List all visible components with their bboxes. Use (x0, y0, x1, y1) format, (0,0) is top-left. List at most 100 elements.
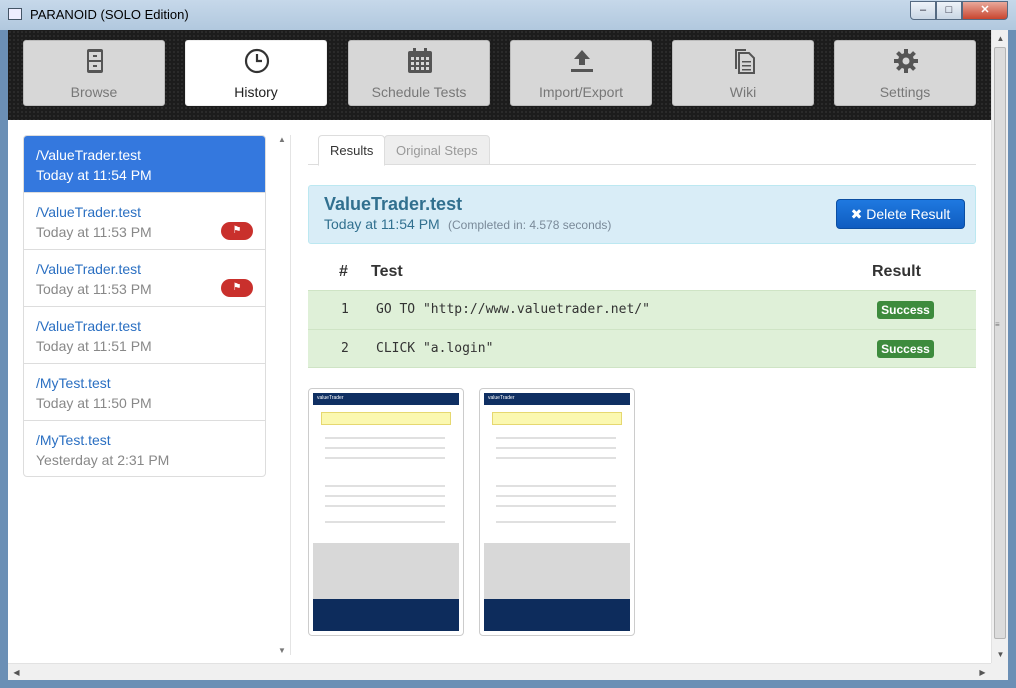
step-screenshot-thumbnail[interactable]: valueTrader (308, 388, 464, 636)
history-item[interactable]: /MyTest.test Yesterday at 2:31 PM (24, 421, 265, 476)
history-item-time: Yesterday at 2:31 PM (36, 452, 170, 468)
history-list: /ValueTrader.test Today at 11:54 PM /Val… (23, 135, 266, 477)
history-scrollbar[interactable]: ▲ ▼ (278, 135, 291, 655)
main-toolbar: Browse History Schedule Tests Import/Exp… (8, 30, 991, 120)
toolbar-import-export-button[interactable]: Import/Export (510, 40, 652, 106)
toolbar-wiki-label: Wiki (729, 84, 757, 100)
screenshot-image: valueTrader (484, 393, 630, 631)
screenshot-form-line (496, 495, 616, 497)
tab-original-steps[interactable]: Original Steps (384, 135, 490, 165)
screenshot-form-line (496, 457, 616, 459)
toolbar-wiki-button[interactable]: Wiki (672, 40, 814, 106)
history-item-time: Today at 11:53 PM (36, 281, 152, 297)
screenshot-form-line (496, 437, 616, 439)
history-item-name: /MyTest.test (36, 375, 111, 391)
screenshot-brand: valueTrader (317, 395, 344, 401)
toolbar-history-button[interactable]: History (185, 40, 327, 106)
history-item[interactable]: /MyTest.test Today at 11:50 PM (24, 364, 265, 421)
column-header-number: # (339, 263, 348, 280)
scroll-right-icon[interactable]: ▶ (974, 664, 991, 681)
step-command: GO TO "http://www.valuetrader.net/" (376, 302, 650, 317)
history-item-name: /ValueTrader.test (36, 147, 142, 163)
scrollbar-thumb[interactable] (994, 47, 1006, 639)
toolbar-schedule-label: Schedule Tests (371, 84, 467, 100)
step-number: 1 (341, 302, 349, 317)
history-item-name: /ValueTrader.test (36, 204, 142, 220)
status-badge: Success (877, 301, 934, 319)
grip-icon: ≡ (995, 320, 1000, 329)
scroll-down-icon[interactable]: ▼ (278, 646, 286, 655)
status-badge: Success (877, 340, 934, 358)
maximize-button[interactable]: □ (936, 1, 962, 20)
step-number: 2 (341, 341, 349, 356)
result-tabs: Results Original Steps (308, 135, 976, 166)
delete-result-label: Delete Result (866, 206, 951, 222)
scrollbar-corner (991, 663, 1008, 680)
toolbar-settings-button[interactable]: Settings (834, 40, 976, 106)
table-row: 1 GO TO "http://www.valuetrader.net/" Su… (308, 290, 976, 329)
calendar-icon (408, 48, 432, 73)
client-area: Browse History Schedule Tests Import/Exp… (8, 30, 1008, 680)
steps-table-header: # Test Result (308, 256, 976, 290)
gear-icon (894, 49, 918, 73)
screenshot-footer-dark (484, 599, 630, 631)
screenshot-brand: valueTrader (488, 395, 515, 401)
clock-icon (244, 48, 270, 74)
screenshot-form-line (496, 521, 616, 523)
window-vertical-scrollbar[interactable]: ▲ ≡ ▼ (991, 30, 1008, 663)
window-horizontal-scrollbar[interactable]: ◀ ▶ (8, 663, 991, 680)
screenshot-form-line (325, 457, 445, 459)
delete-result-button[interactable]: ✖ Delete Result (836, 199, 965, 229)
result-title: ValueTrader.test (324, 194, 463, 214)
result-time: Today at 11:54 PM (324, 216, 440, 232)
toolbar-schedule-button[interactable]: Schedule Tests (348, 40, 490, 106)
scroll-up-icon[interactable]: ▲ (992, 30, 1009, 47)
screenshot-header: valueTrader (313, 393, 459, 405)
history-item-name: /ValueTrader.test (36, 261, 142, 277)
column-header-result: Result (872, 263, 921, 280)
minimize-button[interactable]: – (910, 1, 936, 20)
history-item[interactable]: /ValueTrader.test Today at 11:53 PM ⚑ (24, 250, 265, 307)
step-command: CLICK "a.login" (376, 341, 494, 356)
tab-results[interactable]: Results (318, 135, 386, 166)
upload-icon (571, 50, 593, 72)
column-header-test: Test (371, 263, 403, 280)
table-row: 2 CLICK "a.login" Success (308, 329, 976, 368)
toolbar-browse-label: Browse (70, 84, 118, 100)
history-item-name: /MyTest.test (36, 432, 111, 448)
screenshot-header: valueTrader (484, 393, 630, 405)
toolbar-import-export-label: Import/Export (538, 84, 624, 100)
screenshot-form-line (496, 485, 616, 487)
result-header: ValueTrader.test Today at 11:54 PM (Comp… (308, 185, 976, 244)
flag-icon: ⚑ (221, 222, 253, 240)
screenshot-image: valueTrader (313, 393, 459, 631)
screenshot-footer (484, 543, 630, 599)
screenshot-form-line (325, 437, 445, 439)
screenshot-form-line (325, 505, 445, 507)
toolbar-history-label: History (234, 84, 278, 100)
documents-icon (735, 49, 755, 74)
scroll-left-icon[interactable]: ◀ (8, 664, 25, 681)
app-icon (8, 8, 22, 20)
screenshot-footer (313, 543, 459, 599)
screenshot-form-line (496, 447, 616, 449)
screenshot-form-line (325, 521, 445, 523)
history-item[interactable]: /ValueTrader.test Today at 11:51 PM (24, 307, 265, 364)
screenshot-form-line (325, 447, 445, 449)
history-item[interactable]: /ValueTrader.test Today at 11:54 PM (24, 136, 265, 193)
history-item-time: Today at 11:51 PM (36, 338, 152, 354)
screenshot-form-line (496, 505, 616, 507)
toolbar-settings-label: Settings (879, 84, 931, 100)
screenshot-warning-box (492, 412, 622, 425)
toolbar-browse-button[interactable]: Browse (23, 40, 165, 106)
step-screenshot-thumbnail[interactable]: valueTrader (479, 388, 635, 636)
scroll-up-icon[interactable]: ▲ (278, 135, 286, 144)
history-item[interactable]: /ValueTrader.test Today at 11:53 PM ⚑ (24, 193, 265, 250)
history-item-time: Today at 11:53 PM (36, 224, 152, 240)
close-button[interactable]: ✕ (962, 1, 1008, 20)
screenshot-form-line (325, 495, 445, 497)
screenshot-footer-dark (313, 599, 459, 631)
scroll-down-icon[interactable]: ▼ (992, 646, 1009, 663)
window-title: PARANOID (SOLO Edition) (30, 7, 189, 22)
title-bar: PARANOID (SOLO Edition) – □ ✕ (0, 0, 1016, 30)
